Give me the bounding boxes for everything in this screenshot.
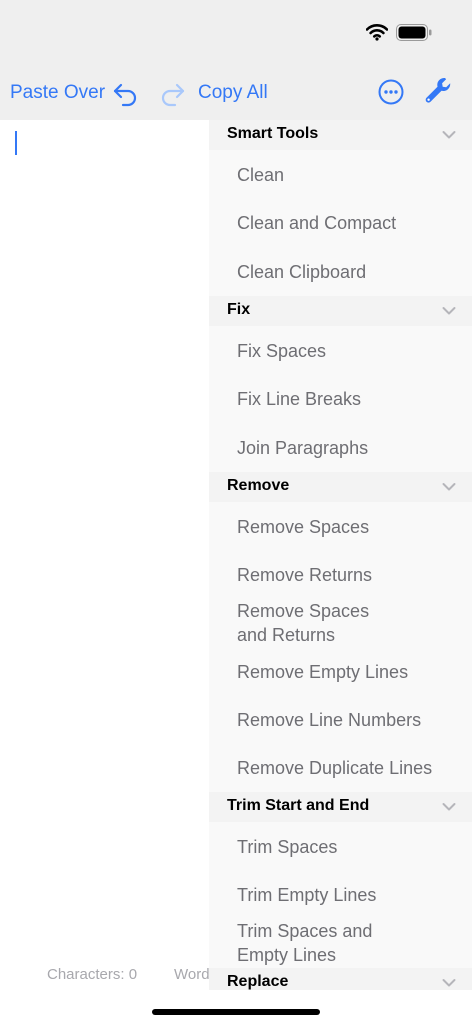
tools-button[interactable]	[423, 75, 455, 107]
tool-remove-line-numbers[interactable]: Remove Line Numbers	[237, 708, 467, 732]
status-bar	[0, 0, 472, 62]
section-header-fix[interactable]: Fix	[209, 296, 472, 326]
wifi-icon	[366, 24, 388, 41]
tool-trim-spaces[interactable]: Trim Spaces	[237, 835, 467, 859]
tools-panel: Smart Tools Clean Clean and Compact Clea…	[209, 120, 472, 990]
tool-trim-empty-lines[interactable]: Trim Empty Lines	[237, 883, 467, 907]
tool-remove-spaces-and-returns[interactable]: Remove Spaces and Returns	[237, 599, 397, 647]
character-count: Characters: 0	[47, 966, 138, 983]
section-title: Smart Tools	[227, 125, 319, 142]
more-icon	[378, 79, 404, 105]
undo-button[interactable]	[111, 79, 139, 107]
wrench-icon	[425, 77, 451, 103]
stats-bar: Characters: 0 Words: 0	[0, 962, 209, 988]
battery-icon	[396, 24, 432, 41]
tool-remove-returns[interactable]: Remove Returns	[237, 563, 467, 587]
chevron-down-icon	[442, 131, 456, 139]
more-button[interactable]	[376, 77, 406, 107]
tool-clean[interactable]: Clean	[237, 163, 467, 187]
section-title: Fix	[227, 301, 251, 318]
text-cursor	[15, 131, 17, 155]
section-header-trim[interactable]: Trim Start and End	[209, 792, 472, 822]
tool-clean-clipboard[interactable]: Clean Clipboard	[237, 260, 467, 284]
tool-remove-spaces[interactable]: Remove Spaces	[237, 515, 467, 539]
section-title: Remove	[227, 477, 290, 494]
chevron-down-icon	[442, 307, 456, 315]
tool-fix-spaces[interactable]: Fix Spaces	[237, 339, 467, 363]
tool-fix-line-breaks[interactable]: Fix Line Breaks	[237, 387, 467, 411]
chevron-down-icon	[442, 803, 456, 811]
redo-button[interactable]	[159, 79, 187, 107]
toolbar: Paste Over Copy All	[0, 62, 472, 120]
text-editor[interactable]	[0, 120, 209, 970]
tool-trim-spaces-and-empty-lines[interactable]: Trim Spaces and Empty Lines	[237, 919, 392, 967]
section-title: Trim Start and End	[227, 797, 370, 814]
home-indicator	[152, 1009, 320, 1015]
tool-remove-empty-lines[interactable]: Remove Empty Lines	[237, 660, 467, 684]
chevron-down-icon	[442, 979, 456, 987]
copy-all-button[interactable]: Copy All	[198, 80, 268, 106]
section-title: Replace	[227, 973, 289, 990]
tool-remove-duplicate-lines[interactable]: Remove Duplicate Lines	[237, 756, 467, 780]
tool-join-paragraphs[interactable]: Join Paragraphs	[237, 436, 467, 460]
chevron-down-icon	[442, 483, 456, 491]
redo-icon	[161, 83, 185, 107]
undo-icon	[113, 83, 137, 107]
section-header-replace[interactable]: Replace	[209, 968, 472, 990]
section-header-remove[interactable]: Remove	[209, 472, 472, 502]
tool-clean-and-compact[interactable]: Clean and Compact	[237, 211, 467, 235]
section-header-smart-tools[interactable]: Smart Tools	[209, 120, 472, 150]
word-count: Words: 0	[174, 966, 209, 983]
paste-over-button[interactable]: Paste Over	[10, 80, 105, 106]
